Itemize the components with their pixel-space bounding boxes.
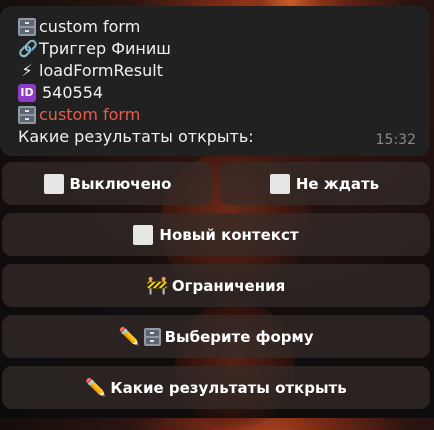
restrictions-button[interactable]: 🚧 Ограничения (2, 264, 430, 307)
message-action: loadFormResult (39, 61, 163, 80)
checkbox-icon (269, 173, 290, 194)
message-time: 15:32 (375, 132, 416, 148)
select-form-button[interactable]: ✏️ Выберите форму (2, 315, 430, 358)
message-line: ID 540554 (18, 82, 416, 104)
message-line: custom form (18, 104, 416, 126)
message-form-name: custom form (39, 17, 141, 36)
checkbox-icon (43, 173, 64, 194)
checkbox-icon (133, 224, 154, 245)
message-id: 540554 (42, 83, 104, 102)
toggle-new-context-button[interactable]: Новый контекст (2, 213, 430, 256)
button-label: Новый контекст (159, 225, 299, 244)
message-bubble: custom form 🔗 Триггер Финиш ⚡ loadFormRe… (0, 6, 430, 156)
message-trigger: Триггер Финиш (39, 39, 171, 58)
which-results-button[interactable]: ✏️ Какие результаты открыть (2, 366, 430, 409)
button-label: Ограничения (171, 276, 286, 295)
button-label: Какие результаты открыть (110, 378, 347, 397)
construction-barrier-icon: 🚧 (146, 275, 168, 296)
file-cabinet-icon (143, 327, 161, 346)
link-icon: 🔗 (18, 39, 38, 58)
file-cabinet-icon (18, 106, 36, 124)
message-question: Какие результаты открыть: (18, 127, 254, 146)
button-label: Выберите форму (164, 327, 314, 346)
form-link[interactable]: custom form (39, 104, 140, 126)
file-cabinet-icon (18, 18, 36, 36)
id-badge-icon: ID (18, 84, 36, 102)
toggle-disabled-button[interactable]: Выключено (2, 162, 213, 205)
keyboard-row: 🚧 Ограничения (2, 264, 430, 307)
message-line: Какие результаты открыть: (18, 126, 416, 148)
message-line: custom form (18, 16, 416, 38)
keyboard-row: Выключено Не ждать (2, 162, 430, 205)
pencil-icon: ✏️ (118, 326, 140, 347)
keyboard-row: ✏️ Какие результаты открыть (2, 366, 430, 409)
lightning-icon: ⚡ (21, 61, 33, 80)
button-label: Выключено (69, 174, 172, 193)
inline-keyboard: Выключено Не ждать Новый контекст 🚧 Огра… (2, 162, 430, 417)
keyboard-row: Новый контекст (2, 213, 430, 256)
button-label: Не ждать (295, 174, 380, 193)
keyboard-row: ✏️ Выберите форму (2, 315, 430, 358)
pencil-icon: ✏️ (85, 377, 107, 398)
toggle-no-wait-button[interactable]: Не ждать (219, 162, 430, 205)
message-line: ⚡ loadFormResult (18, 60, 416, 82)
message-line: 🔗 Триггер Финиш (18, 38, 416, 60)
